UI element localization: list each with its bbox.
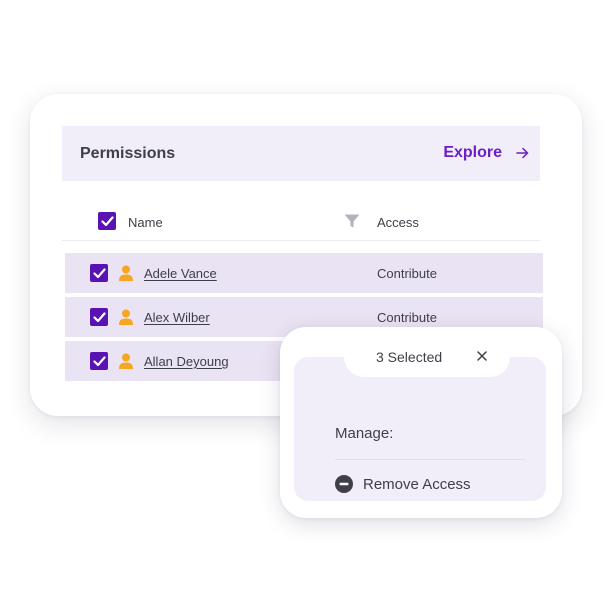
filter-icon[interactable] [344, 214, 360, 228]
explore-label[interactable]: Explore [443, 144, 502, 162]
selection-popup: Manage: Remove Access 3 Selected [280, 327, 562, 518]
column-header-row: Name Access [62, 206, 540, 241]
row-checkbox[interactable] [90, 264, 108, 282]
close-icon[interactable] [477, 351, 487, 361]
access-level: Contribute [377, 266, 437, 281]
minus-circle-icon[interactable] [335, 475, 353, 493]
checkmark-icon [92, 267, 106, 278]
table-row[interactable]: Adele Vance Contribute [65, 253, 543, 293]
remove-access-label[interactable]: Remove Access [363, 476, 471, 493]
stage: Permissions Explore Name Access Adele Va… [0, 0, 612, 612]
access-column-header[interactable]: Access [377, 215, 419, 230]
checkmark-icon [92, 311, 106, 322]
remove-access-button[interactable]: Remove Access [335, 475, 471, 493]
select-all-checkbox[interactable] [98, 212, 116, 230]
arrow-right-icon[interactable] [516, 147, 529, 159]
checkmark-icon [92, 355, 106, 366]
user-name-link[interactable]: Allan Deyoung [144, 354, 229, 369]
selected-count-pill: 3 Selected [344, 337, 510, 377]
user-icon [119, 265, 133, 281]
permissions-header: Permissions Explore [62, 126, 540, 181]
selected-count-label: 3 Selected [376, 349, 443, 365]
user-icon [119, 353, 133, 369]
user-name-link[interactable]: Alex Wilber [144, 310, 210, 325]
user-icon [119, 309, 133, 325]
user-name-link[interactable]: Adele Vance [144, 266, 217, 281]
name-column-header[interactable]: Name [128, 215, 163, 230]
checkmark-icon [100, 215, 114, 226]
row-checkbox[interactable] [90, 352, 108, 370]
explore-link[interactable]: Explore [443, 144, 529, 162]
manage-label: Manage: [335, 425, 394, 442]
access-level: Contribute [377, 310, 437, 325]
popup-panel: Manage: Remove Access [294, 357, 546, 501]
popup-divider [335, 459, 525, 460]
permissions-title: Permissions [80, 145, 176, 162]
row-checkbox[interactable] [90, 308, 108, 326]
